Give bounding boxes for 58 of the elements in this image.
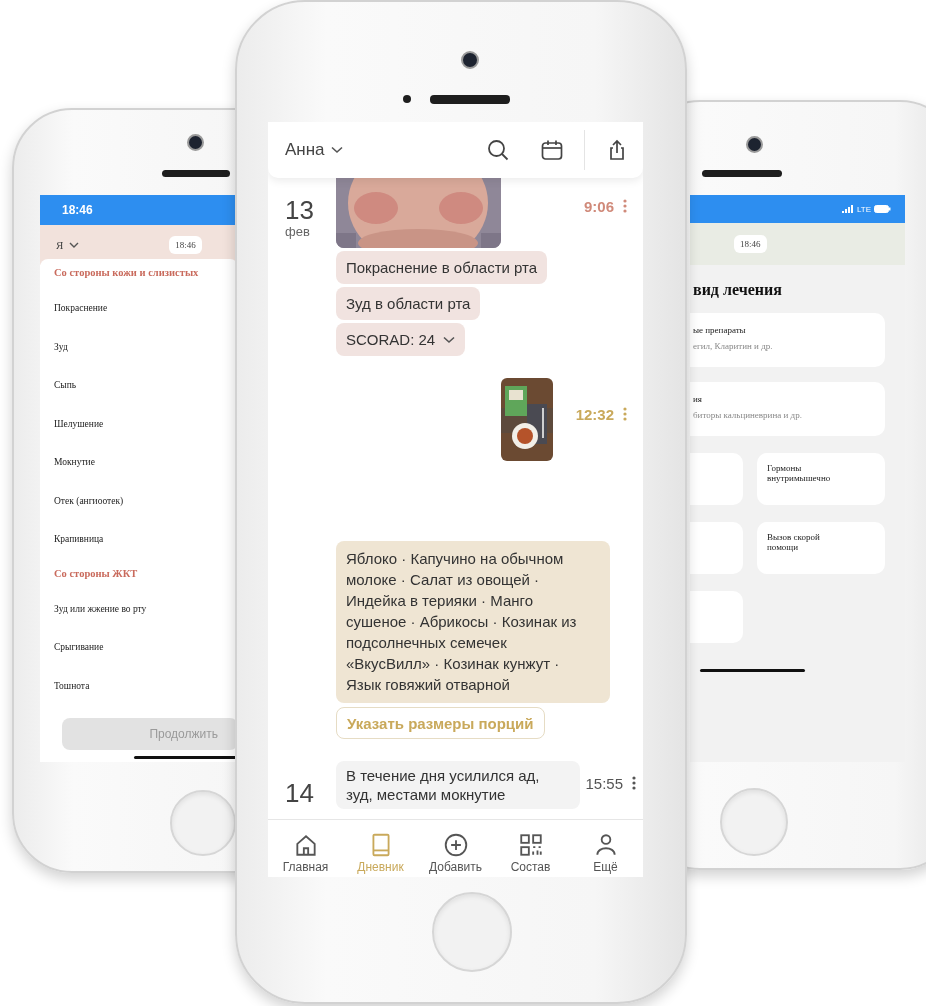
chevron-icon: [443, 335, 456, 344]
tab[interactable]: Главная: [268, 820, 343, 877]
symptom-item[interactable]: Покраснение: [54, 289, 238, 328]
profile-selector[interactable]: Анна: [285, 140, 343, 160]
search-icon[interactable]: [486, 138, 510, 162]
treatment-card[interactable]: ия биторы кальциневрина и др.: [690, 382, 885, 436]
treatment-card[interactable]: ые препараты егил, Кларитин и др.: [690, 313, 885, 367]
symptom-item[interactable]: Тошнота: [54, 666, 238, 705]
symptom-item[interactable]: Отек (ангиоотек): [54, 481, 238, 520]
symptom-tag: Покраснение в области рта: [336, 251, 548, 284]
signal-icon: [841, 205, 854, 213]
entry-time: 15:55: [585, 774, 623, 792]
add-icon: [442, 832, 469, 858]
camera-icon: [461, 51, 479, 69]
network-label: LTE: [856, 204, 871, 214]
symptom-item[interactable]: Сыпь: [54, 366, 238, 405]
camera-icon: [187, 134, 204, 151]
entry-time: 9:06: [583, 197, 614, 215]
chevron-icon: [69, 242, 80, 248]
day-number: 14: [285, 779, 315, 807]
panel-title: вид лечения: [692, 281, 783, 299]
profile-selector[interactable]: Я: [56, 239, 80, 251]
speaker-icon: [162, 170, 230, 177]
time-chip: 18:46: [734, 235, 767, 253]
status-time: 18:46: [62, 203, 93, 217]
entry-time: 12:32: [575, 405, 614, 423]
time-chip: 18:46: [169, 236, 202, 254]
speaker-icon: [702, 170, 782, 177]
sensor-icon: [403, 95, 411, 103]
more-icon[interactable]: [632, 776, 636, 790]
treatment-card[interactable]: Вызов скорой помощи: [757, 522, 885, 574]
scorad-dropdown[interactable]: SCORAD: 24: [336, 323, 466, 356]
treatment-card[interactable]: [690, 453, 743, 505]
tab[interactable]: Ещё: [568, 820, 643, 877]
symptom-item[interactable]: Шелушение: [54, 404, 238, 443]
month-label: фев: [285, 224, 311, 239]
qr-code-icon: [517, 832, 544, 858]
camera-icon: [746, 136, 763, 153]
treatment-card[interactable]: [690, 591, 743, 643]
note-bubble: В течение дня усилился ад, зуд, местами мокнутие: [336, 761, 580, 809]
symptom-item[interactable]: Мокнутие: [54, 443, 238, 482]
symptom-item[interactable]: Крапивница: [54, 520, 238, 559]
tab[interactable]: Добавить: [418, 820, 493, 877]
section-title: Со стороны кожи и слизистых: [54, 267, 200, 280]
chevron-icon: [330, 146, 343, 154]
food-list: Яблоко · Капучино на обычном молоке · Салат из овощей · Индейка в терияки · Манго сушеное · Абрикосы · Козинак из подсолнечных семечек «ВкусВилл» · Козинак кунжут · Язык говяжий отварной: [336, 541, 610, 703]
symptom-item[interactable]: Срыгивание: [54, 628, 238, 667]
battery-icon: [874, 205, 891, 213]
section-title: Со стороны ЖКТ: [54, 567, 139, 581]
treatment-card[interactable]: Гормоны внутримышечно: [757, 453, 885, 505]
symptom-item[interactable]: Зуд или жжение во рту: [54, 589, 238, 628]
symptom-item[interactable]: Зуд: [54, 327, 238, 366]
calendar-icon[interactable]: [540, 138, 564, 162]
speaker-icon: [430, 95, 510, 104]
treatment-card[interactable]: [690, 522, 743, 574]
tab[interactable]: Состав: [493, 820, 568, 877]
day-number: 13: [285, 196, 315, 224]
symptom-tag: Зуд в области рта: [336, 287, 481, 320]
